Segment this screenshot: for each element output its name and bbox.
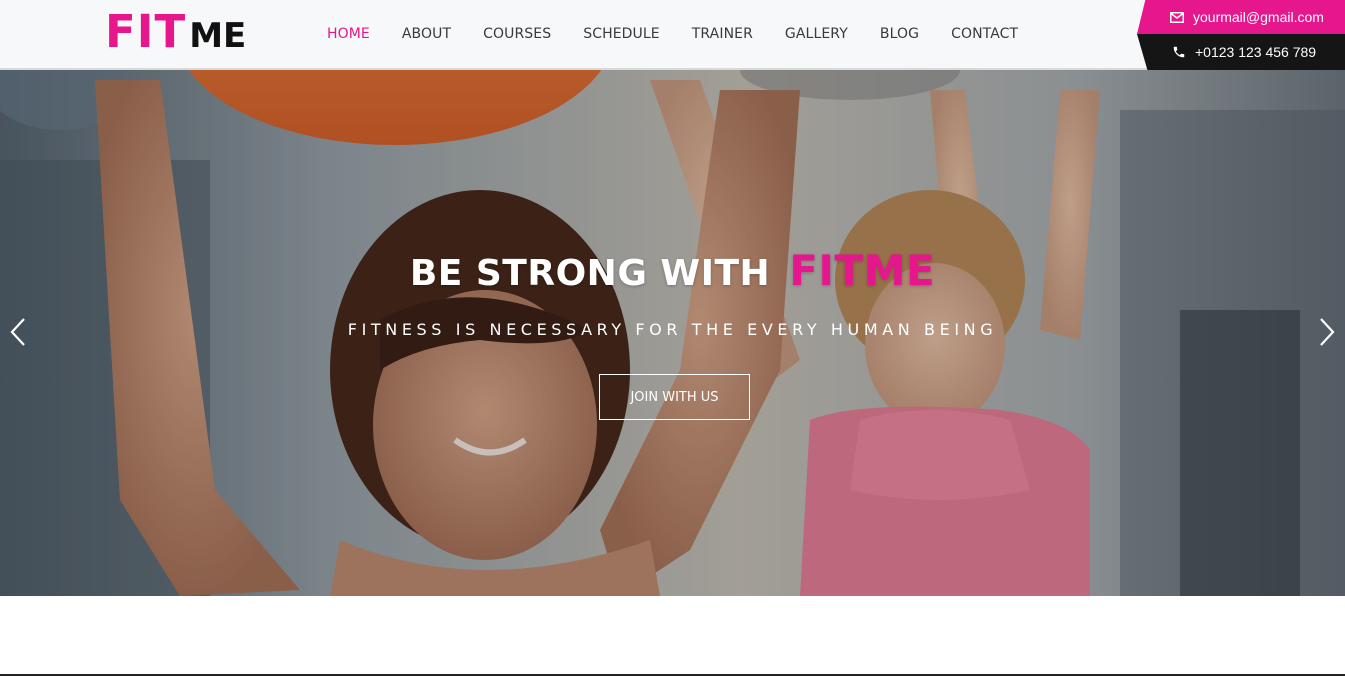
slider-next-button[interactable] <box>1315 315 1339 349</box>
chevron-right-icon <box>1320 318 1335 346</box>
nav-item-home[interactable]: HOME <box>311 26 386 42</box>
site-header: FIT ME HOME ABOUT COURSES SCHEDULE TRAIN… <box>0 0 1345 70</box>
nav-item-courses[interactable]: COURSES <box>467 26 567 42</box>
chevron-left-icon <box>10 318 25 346</box>
contact-info: yourmail@gmail.com +0123 123 456 789 <box>1135 0 1345 70</box>
nav-item-schedule[interactable]: SCHEDULE <box>567 26 676 42</box>
contact-phone[interactable]: +0123 123 456 789 <box>1137 34 1345 70</box>
hero-title: BE STRONG WITH FITME <box>0 246 1345 295</box>
main-nav: HOME ABOUT COURSES SCHEDULE TRAINER GALL… <box>311 0 1034 68</box>
hero-title-prefix: BE STRONG WITH <box>409 253 771 294</box>
hero-slider: BE STRONG WITH FITME FITNESS IS NECESSAR… <box>0 70 1345 596</box>
nav-item-contact[interactable]: CONTACT <box>935 26 1034 42</box>
hero-subtitle: FITNESS IS NECESSARY FOR THE EVERY HUMAN… <box>347 320 998 339</box>
contact-email[interactable]: yourmail@gmail.com <box>1137 0 1345 34</box>
nav-item-gallery[interactable]: GALLERY <box>769 26 864 42</box>
nav-item-about[interactable]: ABOUT <box>386 26 467 42</box>
content-area <box>0 596 1345 676</box>
phone-icon <box>1171 45 1187 59</box>
contact-email-text: yourmail@gmail.com <box>1193 9 1324 25</box>
logo-fit-text: FIT <box>105 5 187 58</box>
nav-item-blog[interactable]: BLOG <box>864 26 935 42</box>
contact-phone-text: +0123 123 456 789 <box>1195 44 1317 60</box>
nav-item-trainer[interactable]: TRAINER <box>676 26 769 42</box>
envelope-icon <box>1169 11 1185 23</box>
hero-title-accent: FITME <box>789 246 936 295</box>
logo-me-text: ME <box>189 16 247 56</box>
join-with-us-button[interactable]: JOIN WITH US <box>599 374 750 420</box>
site-logo[interactable]: FIT ME <box>105 5 247 58</box>
slider-prev-button[interactable] <box>6 315 30 349</box>
